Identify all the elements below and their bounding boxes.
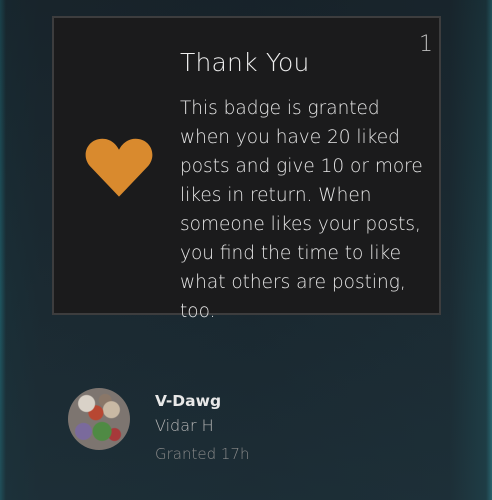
granted-user-row[interactable]: V-Dawg Vidar H Granted 17h [68, 388, 368, 468]
granted-time: Granted 17h [155, 445, 250, 463]
badge-title: Thank You [180, 48, 310, 77]
username[interactable]: V-Dawg [155, 392, 221, 410]
badge-count: 1 [419, 32, 433, 57]
heart-icon [85, 138, 153, 197]
avatar[interactable] [68, 388, 130, 450]
badge-card: 1 Thank You This badge is granted when y… [52, 16, 441, 322]
badge-description: This badge is granted when you have 20 l… [180, 98, 423, 322]
user-full-name: Vidar H [155, 416, 214, 435]
